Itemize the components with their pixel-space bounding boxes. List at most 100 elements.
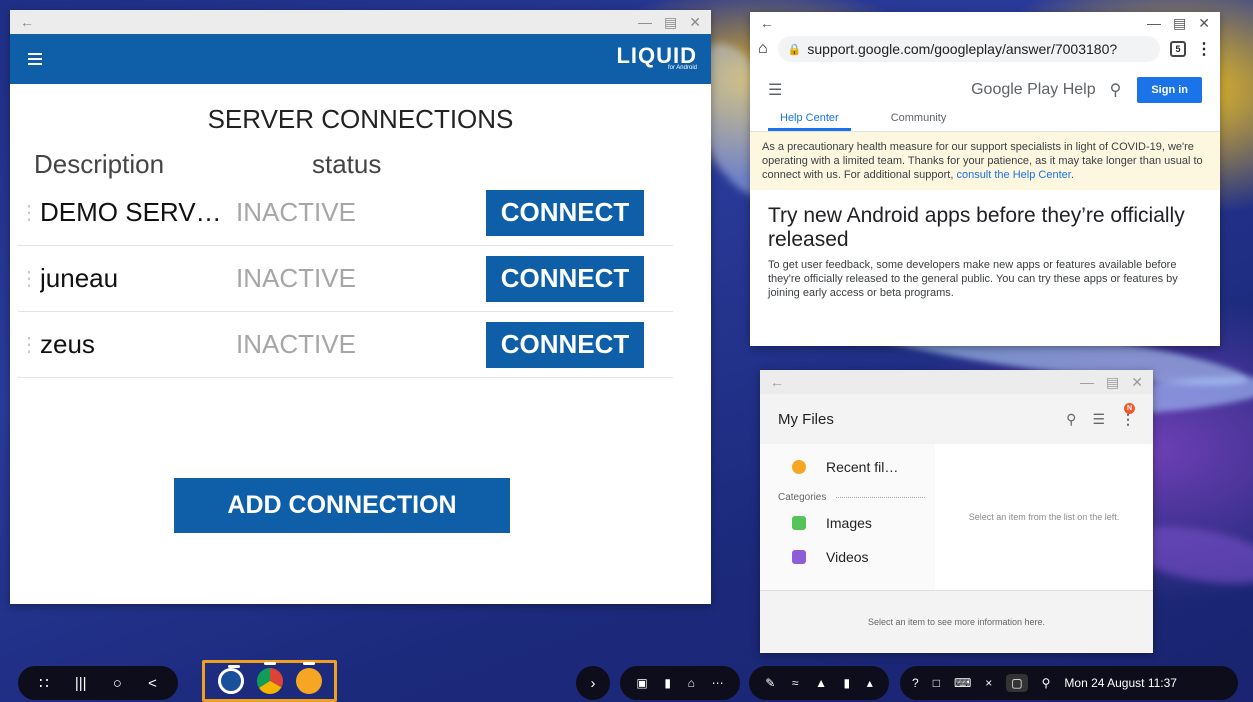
add-connection-button[interactable]: ADD CONNECTION	[174, 478, 510, 533]
files-footer: Select an item to see more information h…	[760, 590, 1153, 652]
maximize-icon[interactable]: ▤	[664, 14, 677, 31]
more-icon[interactable]: ⋯	[712, 676, 724, 690]
files-titlebar: ← — ▤ ✕	[760, 370, 1153, 394]
drag-handle-icon[interactable]: ⋮	[18, 203, 40, 223]
liquid-app-icon[interactable]	[217, 665, 244, 694]
clock-icon	[792, 460, 806, 474]
liquid-window: ← — ▤ ✕ LIQUID for Android SERVER CONNEC…	[10, 10, 711, 604]
connect-button[interactable]: CONNECT	[486, 255, 644, 302]
minimize-icon[interactable]: —	[638, 14, 652, 30]
address-bar: ⌂ 🔒 support.google.com/googleplay/answer…	[750, 34, 1220, 64]
tab-switcher-icon[interactable]: 5	[1170, 41, 1186, 57]
nav-recent-files[interactable]: Recent fil…	[760, 450, 935, 484]
clipboard-icon[interactable]: ▮	[664, 676, 671, 690]
files-header: My Files ⚲ ☰ ⋮ N	[760, 394, 1153, 444]
url-text: support.google.com/googleplay/answer/700…	[807, 41, 1118, 57]
table-header: Description status	[10, 149, 711, 180]
help-tabs: Help Center Community	[750, 108, 1220, 132]
desktop-icon[interactable]: □	[933, 676, 940, 690]
more-vert-icon[interactable]: ⋮	[1196, 39, 1212, 59]
mute-icon[interactable]: ×	[985, 676, 992, 690]
signal-icon: ▲	[815, 676, 827, 690]
search-icon[interactable]: ⚲	[1042, 676, 1051, 690]
system-pill: ? □ ⌨ × ▢ ⚲ Mon 24 August 11:37	[900, 666, 1238, 700]
covid-notice: As a precautionary health measure for ou…	[750, 132, 1220, 190]
gallery-icon[interactable]: ▣	[636, 676, 647, 690]
image-icon	[792, 516, 806, 530]
clock-datetime[interactable]: Mon 24 August 11:37	[1064, 676, 1177, 690]
apps-grid-icon[interactable]: ∷	[39, 674, 49, 692]
battery-icon: ▮	[843, 676, 851, 690]
arrow-up-icon[interactable]: ▴	[867, 676, 873, 690]
pinned-apps	[202, 660, 337, 702]
help-icon[interactable]: ?	[912, 676, 919, 690]
drag-handle-icon[interactable]: ⋮	[18, 269, 40, 289]
search-icon[interactable]: ⚲	[1110, 80, 1122, 100]
connect-button[interactable]: CONNECT	[486, 321, 644, 368]
page-title: SERVER CONNECTIONS	[207, 104, 514, 134]
files-body: Recent fil… Categories Images Videos Sel…	[760, 444, 1153, 590]
connection-row[interactable]: ⋮ juneau INACTIVE CONNECT	[18, 246, 673, 312]
sign-in-button[interactable]: Sign in	[1137, 77, 1202, 103]
wifi-icon: ≈	[791, 676, 799, 690]
video-icon	[792, 550, 806, 564]
chrome-app-icon[interactable]	[256, 662, 283, 694]
connection-status: INACTIVE	[236, 329, 356, 359]
nav-images[interactable]: Images	[760, 506, 935, 540]
categories-heading: Categories	[760, 488, 935, 506]
maximize-icon[interactable]: ▤	[1173, 15, 1186, 32]
tab-community[interactable]: Community	[879, 108, 959, 131]
connect-button[interactable]: CONNECT	[486, 189, 644, 236]
close-icon[interactable]: ✕	[689, 14, 701, 31]
search-icon[interactable]: ⚲	[1066, 411, 1076, 428]
home-icon[interactable]: ⌂	[758, 40, 768, 58]
lock-icon: 🔒	[787, 43, 802, 56]
nav-label: Recent fil…	[826, 459, 899, 475]
screenshot-icon[interactable]: ▢	[1006, 674, 1028, 692]
liquid-logo: LIQUID for Android	[616, 43, 697, 72]
liquid-titlebar: ← — ▤ ✕	[10, 10, 711, 34]
drag-handle-icon[interactable]: ⋮	[18, 335, 40, 355]
connection-status: INACTIVE	[236, 197, 356, 227]
url-input[interactable]: 🔒 support.google.com/googleplay/answer/7…	[777, 36, 1160, 62]
notice-end: .	[1070, 169, 1074, 181]
close-icon[interactable]: ✕	[1198, 15, 1210, 32]
back-icon[interactable]: <	[148, 675, 157, 692]
connection-name: zeus	[40, 329, 95, 359]
tab-help-center[interactable]: Help Center	[768, 108, 851, 131]
pane-hint: Select an item from the list on the left…	[968, 512, 1120, 522]
pen-icon[interactable]: ✎	[765, 676, 775, 690]
chrome-window: ← — ▤ ✕ ⌂ 🔒 support.google.com/googlepla…	[750, 12, 1220, 346]
minimize-icon[interactable]: —	[1147, 15, 1161, 31]
connection-row[interactable]: ⋮ zeus INACTIVE CONNECT	[18, 312, 673, 378]
recents-icon[interactable]: |||	[75, 675, 87, 692]
house-icon[interactable]: ⌂	[688, 676, 695, 690]
files-nav: Recent fil… Categories Images Videos	[760, 444, 935, 590]
article-title: Try new Android apps before they’re offi…	[768, 204, 1185, 251]
my-files-app-icon[interactable]	[295, 662, 322, 694]
detail-pane: Select an item from the list on the left…	[935, 444, 1153, 590]
menu-icon[interactable]	[28, 53, 42, 65]
list-view-icon[interactable]: ☰	[1092, 411, 1105, 428]
more-vert-icon[interactable]: ⋮ N	[1121, 402, 1135, 428]
minimize-icon[interactable]: —	[1080, 374, 1094, 390]
notification-pill: ▣ ▮ ⌂ ⋯	[620, 666, 740, 700]
connection-row[interactable]: ⋮ DEMO SERV… INACTIVE CONNECT	[18, 180, 673, 246]
help-header: ☰ Google Play Help ⚲ Sign in	[750, 72, 1220, 108]
home-icon[interactable]: ○	[113, 675, 122, 692]
close-icon[interactable]: ✕	[1131, 374, 1143, 391]
maximize-icon[interactable]: ▤	[1106, 374, 1119, 391]
help-center-link[interactable]: consult the Help Center	[956, 169, 1070, 181]
back-arrow-icon[interactable]: ←	[20, 14, 34, 30]
menu-icon[interactable]: ☰	[768, 80, 782, 100]
back-arrow-icon[interactable]: ←	[770, 374, 784, 390]
nav-videos[interactable]: Videos	[760, 540, 935, 574]
chevron-right-icon[interactable]: ›	[591, 675, 596, 692]
connection-status: INACTIVE	[236, 263, 356, 293]
status-pill: ✎ ≈ ▲ ▮ ▴	[749, 666, 889, 700]
nav-label: Images	[826, 515, 872, 531]
keyboard-icon[interactable]: ⌨	[954, 676, 971, 690]
site-title: Google Play Help	[971, 81, 1096, 98]
expand-pill[interactable]: ›	[576, 666, 610, 700]
back-arrow-icon[interactable]: ←	[760, 15, 774, 31]
